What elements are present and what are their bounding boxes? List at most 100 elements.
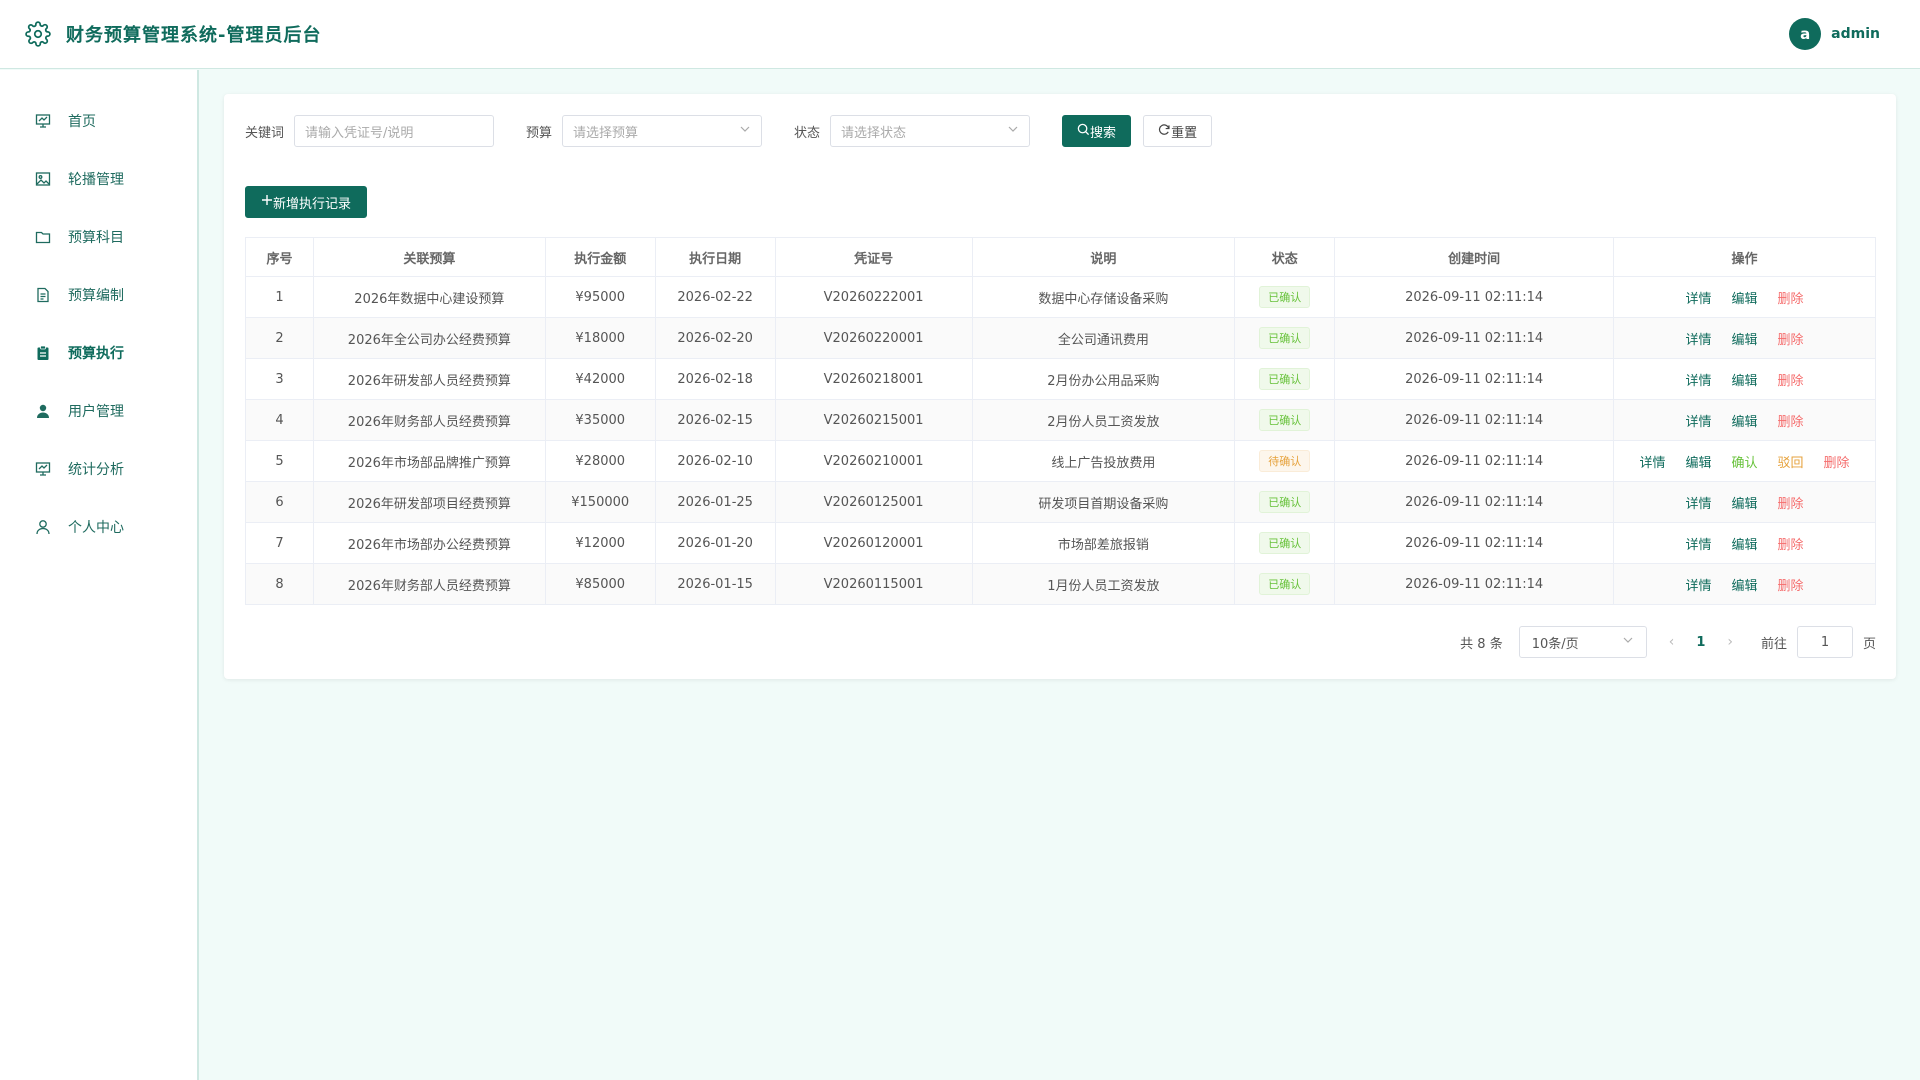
table-cell-status: 已确认 xyxy=(1234,563,1336,605)
delete-link[interactable]: 删除 xyxy=(1778,534,1804,553)
table-cell-budget: 2026年研发部项目经费预算 xyxy=(312,481,546,523)
table-cell-voucher: V20260120001 xyxy=(774,522,973,564)
sidebar-item-label: 统计分析 xyxy=(68,462,124,478)
table-cell-desc: 线上广告投放费用 xyxy=(971,440,1236,482)
status-badge: 已确认 xyxy=(1259,409,1311,431)
table-cell-no: 6 xyxy=(245,481,314,523)
table-cell-amount: ¥95000 xyxy=(544,276,656,318)
sidebar-item-label: 用户管理 xyxy=(68,404,124,420)
delete-link[interactable]: 删除 xyxy=(1778,288,1804,307)
table-cell-voucher: V20260222001 xyxy=(774,276,973,318)
edit-link[interactable]: 编辑 xyxy=(1732,288,1758,307)
delete-link[interactable]: 删除 xyxy=(1778,411,1804,430)
table-cell-amount: ¥18000 xyxy=(544,317,656,359)
monitor-icon xyxy=(34,112,52,130)
delete-link[interactable]: 删除 xyxy=(1778,370,1804,389)
table-cell-status: 已确认 xyxy=(1234,522,1336,564)
delete-link[interactable]: 删除 xyxy=(1778,575,1804,594)
table-cell-amount: ¥150000 xyxy=(544,481,656,523)
sidebar-item-budget-subjects[interactable]: 预算科目 xyxy=(0,208,197,266)
column-header: 执行日期 xyxy=(654,237,776,277)
table-cell-status: 已确认 xyxy=(1234,317,1336,359)
user-icon xyxy=(34,518,52,536)
username[interactable]: admin xyxy=(1831,26,1880,42)
add-record-button[interactable]: 新增执行记录 xyxy=(245,186,368,218)
prev-page-icon[interactable]: ‹ xyxy=(1669,634,1675,650)
goto-label: 前往 xyxy=(1760,636,1787,652)
table-cell-status: 已确认 xyxy=(1234,358,1336,400)
detail-link[interactable]: 详情 xyxy=(1685,411,1711,430)
keyword-input[interactable]: 请输入凭证号/说明 xyxy=(294,115,495,147)
status-select[interactable]: 请选择状态 xyxy=(830,115,1031,147)
table-cell-status: 待确认 xyxy=(1234,440,1336,482)
delete-link[interactable]: 删除 xyxy=(1778,329,1804,348)
column-header: 创建时间 xyxy=(1334,237,1615,277)
page-number[interactable]: 1 xyxy=(1696,635,1705,650)
detail-link[interactable]: 详情 xyxy=(1685,493,1711,512)
sidebar-item-budget-compile[interactable]: 预算编制 xyxy=(0,266,197,324)
sidebar-item-profile[interactable]: 个人中心 xyxy=(0,498,197,556)
sidebar-item-statistics[interactable]: 统计分析 xyxy=(0,440,197,498)
table-cell-budget: 2026年市场部品牌推广预算 xyxy=(312,440,546,482)
total-count: 共 8 条 xyxy=(1460,636,1503,652)
page-size-select[interactable]: 10条/页 xyxy=(1518,626,1647,658)
table-cell-created: 2026-09-11 02:11:14 xyxy=(1334,440,1615,482)
detail-link[interactable]: 详情 xyxy=(1639,452,1665,471)
confirm-link[interactable]: 确认 xyxy=(1732,452,1758,471)
detail-link[interactable]: 详情 xyxy=(1685,575,1711,594)
table-cell-budget: 2026年数据中心建设预算 xyxy=(312,276,546,318)
edit-link[interactable]: 编辑 xyxy=(1732,411,1758,430)
chevron-down-icon xyxy=(1622,634,1634,650)
table-cell-desc: 研发项目首期设备采购 xyxy=(971,481,1236,523)
next-page-icon[interactable]: › xyxy=(1727,634,1733,650)
table-row: 6 2026年研发部项目经费预算 ¥150000 2026-01-25 V2026012… xyxy=(245,481,1876,523)
edit-link[interactable]: 编辑 xyxy=(1732,493,1758,512)
budget-placeholder: 请选择预算 xyxy=(573,125,639,141)
goto-page-input[interactable]: 1 xyxy=(1796,626,1853,658)
table-cell-actions: 详情 编辑 删除 xyxy=(1613,358,1876,400)
table-cell-desc: 全公司通讯费用 xyxy=(971,317,1236,359)
edit-link[interactable]: 编辑 xyxy=(1732,329,1758,348)
sidebar-item-budget-execution[interactable]: 预算执行 xyxy=(0,324,197,382)
sidebar-item-carousel[interactable]: 轮播管理 xyxy=(0,150,197,208)
detail-link[interactable]: 详情 xyxy=(1685,370,1711,389)
status-badge: 已确认 xyxy=(1259,286,1311,308)
budget-select[interactable]: 请选择预算 xyxy=(562,115,763,147)
table-cell-amount: ¥12000 xyxy=(544,522,656,564)
table-cell-no: 7 xyxy=(245,522,314,564)
edit-link[interactable]: 编辑 xyxy=(1732,370,1758,389)
sidebar-item-home[interactable]: 首页 xyxy=(0,92,197,150)
table-cell-created: 2026-09-11 02:11:14 xyxy=(1334,399,1615,441)
table-row: 1 2026年数据中心建设预算 ¥95000 2026-02-22 V202602220… xyxy=(245,276,1876,318)
edit-link[interactable]: 编辑 xyxy=(1732,575,1758,594)
table-cell-voucher: V20260215001 xyxy=(774,399,973,441)
delete-link[interactable]: 删除 xyxy=(1824,452,1850,471)
column-header: 说明 xyxy=(971,237,1236,277)
table-cell-budget: 2026年全公司办公经费预算 xyxy=(312,317,546,359)
budget-label: 预算 xyxy=(526,125,553,141)
table-cell-actions: 详情 编辑 删除 xyxy=(1613,276,1876,318)
status-placeholder: 请选择状态 xyxy=(841,125,907,141)
table-cell-desc: 数据中心存储设备采购 xyxy=(971,276,1236,318)
detail-link[interactable]: 详情 xyxy=(1685,534,1711,553)
table-cell-actions: 详情 编辑 删除 xyxy=(1613,481,1876,523)
column-header: 凭证号 xyxy=(774,237,973,277)
delete-link[interactable]: 删除 xyxy=(1778,493,1804,512)
page-size-value: 10条/页 xyxy=(1531,636,1579,652)
table-cell-budget: 2026年财务部人员经费预算 xyxy=(312,399,546,441)
detail-link[interactable]: 详情 xyxy=(1685,288,1711,307)
avatar[interactable]: a xyxy=(1789,18,1822,50)
column-header: 状态 xyxy=(1234,237,1336,277)
reject-link[interactable]: 驳回 xyxy=(1778,452,1804,471)
table-cell-no: 3 xyxy=(245,358,314,400)
edit-link[interactable]: 编辑 xyxy=(1685,452,1711,471)
reset-button[interactable]: 重置 xyxy=(1143,115,1213,147)
user-menu[interactable]: a admin xyxy=(1789,18,1880,50)
edit-link[interactable]: 编辑 xyxy=(1732,534,1758,553)
app-title: 财务预算管理系统-管理员后台 xyxy=(66,25,322,46)
search-button[interactable]: 搜索 xyxy=(1062,115,1132,147)
table-cell-created: 2026-09-11 02:11:14 xyxy=(1334,481,1615,523)
table-cell-desc: 2月份办公用品采购 xyxy=(971,358,1236,400)
detail-link[interactable]: 详情 xyxy=(1685,329,1711,348)
sidebar-item-users[interactable]: 用户管理 xyxy=(0,382,197,440)
